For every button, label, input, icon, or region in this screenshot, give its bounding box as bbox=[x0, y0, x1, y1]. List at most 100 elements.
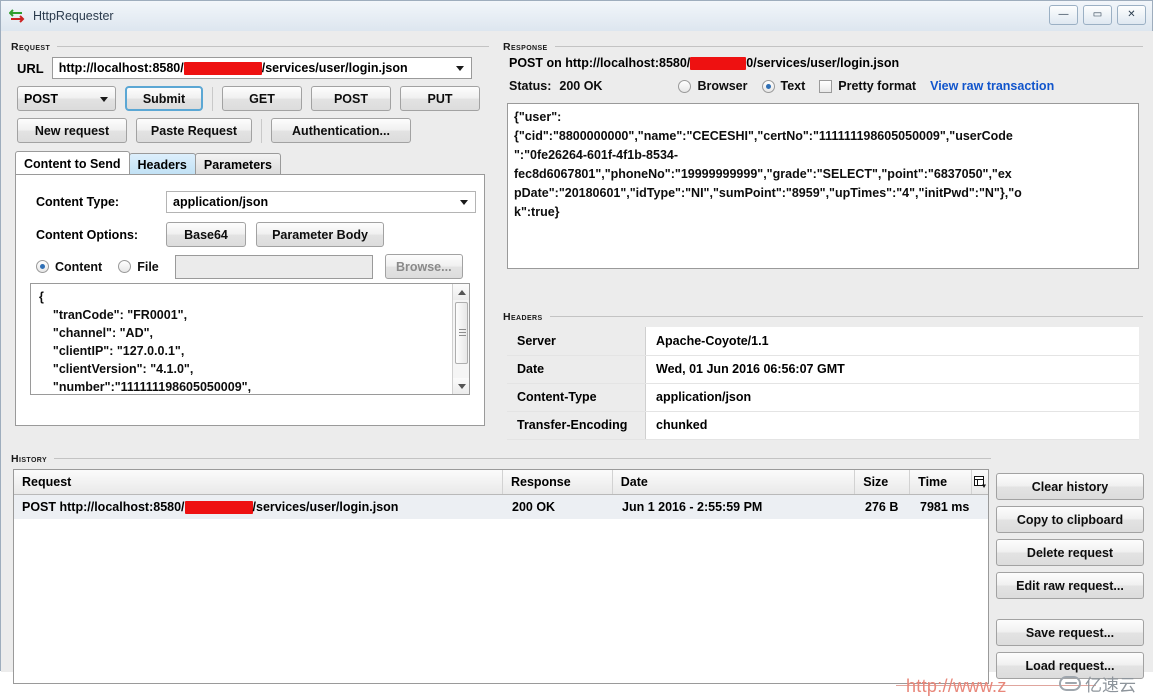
url-dropdown-arrow-icon[interactable] bbox=[455, 66, 464, 71]
browse-button[interactable]: Browse... bbox=[384, 254, 463, 279]
save-request-button[interactable]: Save request... bbox=[996, 619, 1144, 646]
browser-view-radio[interactable] bbox=[678, 79, 692, 93]
clear-history-button[interactable]: Clear history bbox=[996, 473, 1144, 500]
header-value: Wed, 01 Jun 2016 06:56:07 GMT bbox=[645, 355, 1139, 384]
status-value: 200 OK bbox=[559, 79, 603, 93]
history-size-cell: 276 B bbox=[865, 500, 899, 514]
content-radio[interactable] bbox=[36, 260, 49, 273]
column-header-time[interactable]: Time bbox=[910, 470, 973, 494]
close-icon: ✕ bbox=[1127, 9, 1136, 20]
request-body-editor[interactable]: { "tranCode": "FR0001", "channel": "AD",… bbox=[30, 283, 470, 395]
history-request-cell: POST http://localhost:8580/ /services/use… bbox=[14, 495, 504, 519]
window-title: HttpRequester bbox=[33, 9, 114, 23]
text-view-label: Text bbox=[780, 79, 806, 93]
file-radio[interactable] bbox=[118, 260, 132, 273]
content-type-select[interactable]: application/json bbox=[166, 191, 476, 213]
submit-button[interactable]: Submit bbox=[125, 86, 203, 111]
watermark-url: http://www.z bbox=[906, 676, 1007, 696]
response-url-prefix: POST on http://localhost:8580/ bbox=[509, 56, 691, 70]
delete-request-button[interactable]: Delete request bbox=[996, 539, 1144, 566]
content-radio-label: Content bbox=[55, 259, 103, 274]
header-key: Transfer-Encoding bbox=[507, 411, 646, 440]
request-group-divider bbox=[11, 46, 489, 47]
response-status-row: Status: 200 OK Browser Text Pretty forma… bbox=[509, 79, 1141, 93]
column-header-size[interactable]: Size bbox=[855, 470, 911, 494]
action-row: New request Paste Request Authentication… bbox=[17, 118, 411, 143]
url-redaction-block bbox=[183, 61, 262, 75]
status-label: Status: bbox=[509, 79, 552, 93]
get-button[interactable]: GET bbox=[222, 86, 302, 111]
pretty-format-checkbox[interactable] bbox=[819, 79, 833, 93]
url-value: http://localhost:8580/ /services/user/log… bbox=[59, 61, 408, 75]
arrows-icon bbox=[8, 7, 27, 25]
text-view-radio[interactable] bbox=[761, 79, 775, 93]
response-body-box[interactable]: {"user": {"cid":"8800000000","name":"CEC… bbox=[507, 103, 1139, 269]
tab-content-to-send[interactable]: Content to Send bbox=[15, 151, 130, 176]
headers-panel: Headers Server Apache-Coyote/1.1 Date We… bbox=[503, 309, 1143, 441]
response-body-text: {"user": {"cid":"8800000000","name":"CEC… bbox=[514, 110, 1022, 219]
url-suffix: /services/user/login.json bbox=[261, 61, 408, 75]
watermark-logo-text: 亿速云 bbox=[1085, 676, 1136, 695]
window-controls: — ▭ ✕ bbox=[1049, 5, 1146, 25]
table-row: Transfer-Encoding chunked bbox=[507, 411, 1139, 440]
content-type-label: Content Type: bbox=[36, 195, 120, 209]
minimize-button[interactable]: — bbox=[1049, 5, 1078, 25]
response-section-title: Response bbox=[503, 41, 555, 53]
minimize-icon: — bbox=[1058, 9, 1069, 20]
pretty-format-label: Pretty format bbox=[838, 79, 917, 93]
headers-group-divider bbox=[503, 316, 1143, 317]
column-header-response[interactable]: Response bbox=[503, 470, 613, 494]
history-table-header: Request Response Date Size Time bbox=[14, 470, 988, 495]
edit-raw-request-button[interactable]: Edit raw request... bbox=[996, 572, 1144, 599]
authentication-button[interactable]: Authentication... bbox=[271, 118, 411, 143]
request-panel: Request URL http://localhost:8580/ /servi… bbox=[11, 39, 489, 429]
response-group-divider bbox=[503, 46, 1143, 47]
tab-parameters[interactable]: Parameters bbox=[194, 153, 281, 176]
url-prefix: http://localhost:8580/ bbox=[58, 61, 184, 75]
column-header-date[interactable]: Date bbox=[613, 470, 856, 494]
maximize-button[interactable]: ▭ bbox=[1083, 5, 1112, 25]
paste-request-button[interactable]: Paste Request bbox=[136, 118, 252, 143]
history-group-divider bbox=[11, 458, 991, 459]
file-path-input[interactable] bbox=[174, 254, 373, 279]
content-options-row: Content Options: Base64 Parameter Body bbox=[36, 222, 384, 247]
history-request-prefix: POST http://localhost:8580/ bbox=[22, 500, 185, 514]
http-method-select[interactable]: POST bbox=[17, 86, 116, 111]
history-table: Request Response Date Size Time POST htt… bbox=[13, 469, 989, 684]
request-section-title: Request bbox=[11, 41, 58, 53]
header-key: Server bbox=[507, 327, 646, 356]
header-value: chunked bbox=[645, 411, 1139, 440]
content-type-dropdown-arrow-icon[interactable] bbox=[460, 200, 468, 205]
scrollbar-thumb[interactable] bbox=[455, 302, 468, 364]
header-value: application/json bbox=[645, 383, 1139, 412]
scroll-down-icon[interactable] bbox=[453, 378, 469, 394]
request-body-scrollbar[interactable] bbox=[452, 284, 469, 394]
toolbar-separator bbox=[212, 86, 213, 111]
base64-button[interactable]: Base64 bbox=[166, 222, 246, 247]
put-button[interactable]: PUT bbox=[400, 86, 480, 111]
title-bar: HttpRequester — ▭ ✕ bbox=[1, 1, 1152, 31]
watermark-logo: 亿速云 bbox=[1059, 671, 1136, 696]
new-request-button[interactable]: New request bbox=[17, 118, 127, 143]
column-header-request[interactable]: Request bbox=[14, 470, 503, 494]
response-panel: Response POST on http://localhost:8580/0… bbox=[503, 39, 1143, 307]
content-options-label: Content Options: bbox=[36, 227, 139, 242]
close-button[interactable]: ✕ bbox=[1117, 5, 1146, 25]
table-row: Content-Type application/json bbox=[507, 383, 1139, 412]
history-panel: History Request Response Date Size Time bbox=[11, 451, 991, 694]
post-button[interactable]: POST bbox=[311, 86, 391, 111]
table-row[interactable]: POST http://localhost:8580/ /services/use… bbox=[14, 495, 988, 519]
scroll-up-icon[interactable] bbox=[453, 284, 469, 300]
url-input[interactable]: http://localhost:8580/ /services/user/log… bbox=[51, 57, 472, 79]
tab-headers[interactable]: Headers bbox=[128, 153, 196, 176]
table-row: Date Wed, 01 Jun 2016 06:56:07 GMT bbox=[507, 355, 1139, 384]
parameter-body-button[interactable]: Parameter Body bbox=[256, 222, 384, 247]
maximize-icon: ▭ bbox=[1092, 9, 1103, 20]
column-settings-icon[interactable] bbox=[972, 470, 988, 494]
view-raw-transaction-link[interactable]: View raw transaction bbox=[930, 79, 1054, 93]
header-key: Date bbox=[507, 355, 646, 384]
method-dropdown-arrow-icon[interactable] bbox=[100, 96, 108, 102]
copy-to-clipboard-button[interactable]: Copy to clipboard bbox=[996, 506, 1144, 533]
response-headers-table: Server Apache-Coyote/1.1 Date Wed, 01 Ju… bbox=[507, 327, 1139, 440]
url-row: URL http://localhost:8580/ /services/user… bbox=[17, 57, 472, 79]
